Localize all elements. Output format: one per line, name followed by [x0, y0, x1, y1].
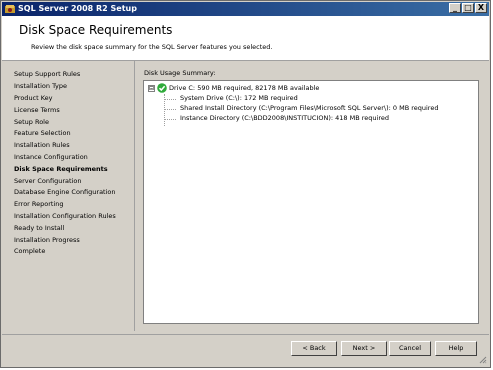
sidebar-item-instance-configuration[interactable]: Instance Configuration — [14, 153, 88, 161]
next-button[interactable]: Next > — [341, 341, 387, 356]
sidebar-item-setup-support-rules[interactable]: Setup Support Rules — [14, 70, 80, 78]
collapse-icon[interactable]: ⊟ — [148, 85, 155, 92]
sidebar-item-ready-to-install[interactable]: Ready to Install — [14, 224, 64, 232]
sidebar-item-installation-configuration-rules[interactable]: Installation Configuration Rules — [14, 212, 116, 220]
sidebar-item-installation-progress[interactable]: Installation Progress — [14, 236, 80, 244]
disk-usage-summary-label: Disk Usage Summary: — [144, 69, 216, 77]
tree-item-instance-directory[interactable]: Instance Directory (C:\BDD2008\INSTITUCI… — [180, 114, 389, 122]
sidebar-item-feature-selection[interactable]: Feature Selection — [14, 129, 71, 137]
sidebar-item-error-reporting[interactable]: Error Reporting — [14, 200, 64, 208]
sidebar-item-complete[interactable]: Complete — [14, 247, 45, 255]
window-controls: _ □ X — [448, 3, 487, 13]
tree-item-system-drive[interactable]: System Drive (C:\): 172 MB required — [180, 94, 298, 102]
sidebar-divider — [134, 61, 135, 331]
sql-server-icon — [5, 5, 15, 13]
success-check-icon — [157, 83, 167, 93]
cancel-button[interactable]: Cancel — [389, 341, 431, 356]
footer-divider — [2, 334, 489, 335]
resize-grip-icon[interactable] — [479, 356, 487, 364]
disk-usage-tree[interactable]: ⊟ Drive C: 590 MB required, 82178 MB ava… — [143, 80, 479, 324]
tree-connector — [164, 119, 176, 120]
tree-connector — [164, 109, 176, 110]
help-button[interactable]: Help — [435, 341, 477, 356]
page-header: Disk Space Requirements Review the disk … — [2, 16, 489, 61]
sidebar-item-installation-rules[interactable]: Installation Rules — [14, 141, 70, 149]
minimize-button[interactable]: _ — [449, 3, 461, 13]
sidebar-item-server-configuration[interactable]: Server Configuration — [14, 177, 81, 185]
tree-item-shared-install-directory[interactable]: Shared Install Directory (C:\Program Fil… — [180, 104, 438, 112]
title-bar[interactable]: SQL Server 2008 R2 Setup _ □ X — [2, 2, 489, 16]
close-button[interactable]: X — [475, 3, 487, 13]
tree-root-drive-c[interactable]: Drive C: 590 MB required, 82178 MB avail… — [169, 84, 319, 92]
tree-connector — [164, 99, 176, 100]
page-title: Disk Space Requirements — [19, 23, 173, 37]
setup-window: SQL Server 2008 R2 Setup _ □ X Disk Spac… — [0, 0, 491, 368]
sidebar-item-setup-role[interactable]: Setup Role — [14, 118, 49, 126]
sidebar-item-disk-space-requirements[interactable]: Disk Space Requirements — [14, 165, 108, 173]
back-button[interactable]: < Back — [291, 341, 337, 356]
page-subtitle: Review the disk space summary for the SQ… — [31, 43, 273, 51]
maximize-button[interactable]: □ — [462, 3, 474, 13]
window-title: SQL Server 2008 R2 Setup — [18, 4, 137, 13]
sidebar-item-product-key[interactable]: Product Key — [14, 94, 53, 102]
step-sidebar: Setup Support Rules Installation Type Pr… — [2, 61, 132, 331]
sidebar-item-license-terms[interactable]: License Terms — [14, 106, 60, 114]
sidebar-item-installation-type[interactable]: Installation Type — [14, 82, 67, 90]
sidebar-item-database-engine-configuration[interactable]: Database Engine Configuration — [14, 188, 116, 196]
